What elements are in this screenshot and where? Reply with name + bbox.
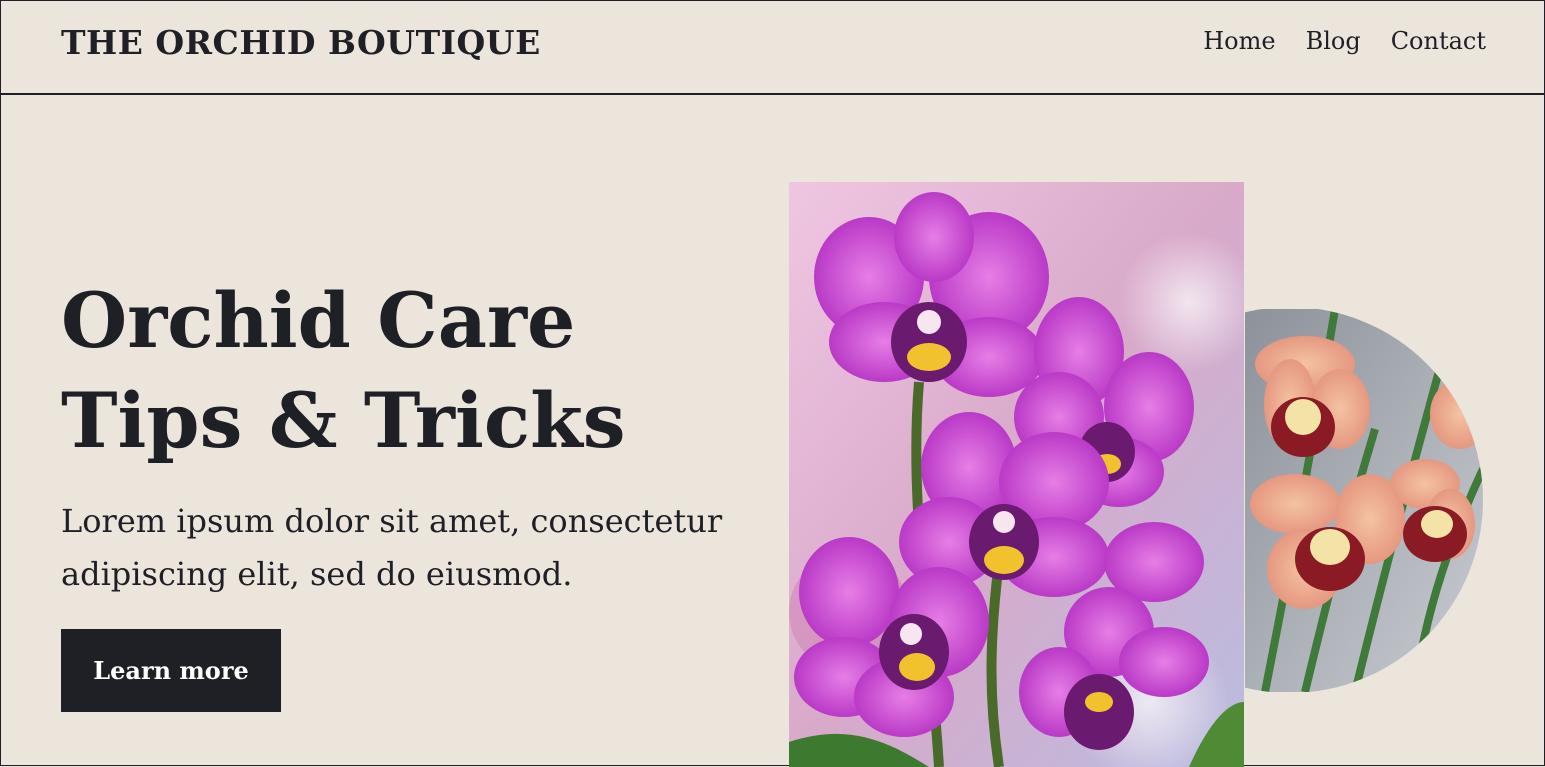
hero-title-line-1: Orchid Care: [61, 276, 576, 365]
main-nav: Home Blog Contact: [1203, 27, 1486, 55]
site-header: THE ORCHID BOUTIQUE Home Blog Contact: [1, 1, 1544, 95]
purple-flower-1: [814, 192, 1049, 397]
hero-title-line-2: Tips & Tricks: [61, 376, 626, 465]
nav-contact-link[interactable]: Contact: [1391, 27, 1486, 55]
purple-orchid-photo: [789, 182, 1244, 767]
peach-orchid-photo: [1245, 309, 1483, 692]
nav-blog-link[interactable]: Blog: [1306, 27, 1361, 55]
nav-home-link[interactable]: Home: [1203, 27, 1275, 55]
brand-logo[interactable]: THE ORCHID BOUTIQUE: [61, 23, 541, 62]
hero-description: Lorem ipsum dolor sit amet, consectetur …: [61, 502, 723, 593]
learn-more-button[interactable]: Learn more: [61, 629, 281, 712]
hero-title: Orchid Care Tips & Tricks: [61, 271, 626, 471]
